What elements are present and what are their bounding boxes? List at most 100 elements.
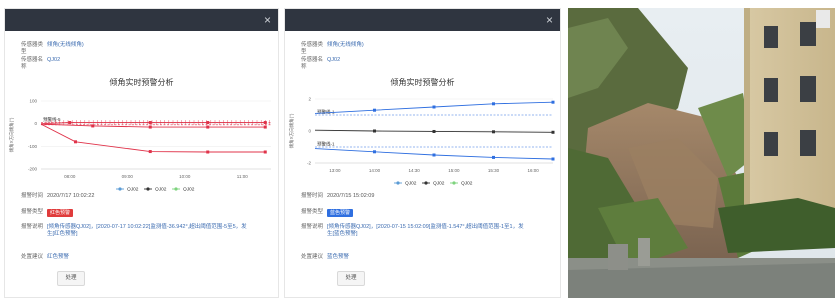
sensor-type-row: 传感器类型 倾角(无线倾角) [301,42,364,56]
alarm-desc-value: [倾角传感器QJ02]，[2020-07-15 15:02:09]监测值-1.5… [327,224,524,237]
data-point [263,125,267,129]
x-tick-label: 11:00 [237,174,248,179]
suggestion-label: 处置建议 [301,254,324,260]
legend-label: QJ02 [461,181,473,187]
legend-marker [174,187,178,191]
legend-marker [146,187,150,191]
y-tick-label: 2 [308,97,311,102]
data-point [263,150,267,154]
alarm-time-label: 报警时间 [21,193,44,199]
x-tick-label: 15:00 [448,168,460,173]
x-tick-label: 13:00 [329,168,341,173]
legend-marker [396,181,400,185]
y-tick-label: -2 [307,161,311,166]
data-point [551,100,555,104]
alarm-type-row: 报警类型 蓝色预警 [301,209,354,217]
legend-marker [118,187,122,191]
chart-title: 倾角实时预警分析 [109,78,174,87]
sensor-type-label: 传感器类型 [301,42,324,55]
series-line [40,123,266,153]
legend-marker [424,181,428,185]
alarm-type-label: 报警类型 [21,209,44,215]
threshold-label: 预警线-5 [43,116,61,123]
y-tick-label: -100 [28,144,38,149]
handle-button[interactable]: 处理 [57,271,85,286]
y-tick-label: 100 [29,99,37,104]
data-point [432,129,436,133]
sensor-name-value: QJ02 [47,57,61,63]
x-tick-label: 15:30 [488,168,500,173]
legend-marker [452,181,456,185]
alarm-time-label: 报警时间 [301,193,324,199]
data-point [373,129,376,133]
x-tick-label: 09:00 [122,174,134,179]
alarm-type-label: 报警类型 [301,209,324,215]
alarm-desc-label: 报警说明 [301,224,324,230]
data-point [206,150,210,154]
legend-label: QJ02 [155,187,167,191]
x-tick-label: 14:30 [409,168,421,173]
data-point [91,124,95,128]
sensor-type-value: 倾角(无线倾角) [47,42,84,48]
suggestion-row: 处置建议 红色预警 [21,254,69,261]
data-point [74,140,77,144]
sensor-name-label: 传感器名称 [21,57,44,70]
alarm-dialog-red: × 传感器类型 倾角(无线倾角) 传感器名称 QJ02 倾角实时预警分析 倾角X… [4,8,279,298]
tilt-chart: 倾角X方向倾角(°) 2 0 -2 13:00 14:00 14:30 15:00 15:30 1… [288,97,555,187]
data-point [148,121,152,125]
alarm-desc-row: 报警说明 [倾角传感器QJ02]，[2020-07-17 10:02:22]监测… [21,224,247,238]
data-point [432,153,436,157]
data-point [148,125,152,129]
x-tick-label: 10:00 [179,174,191,179]
alarm-time-value: 2020/7/17 10:02:22 [47,193,95,199]
x-tick-label: 08:00 [64,174,76,179]
alarm-desc-row: 报警说明 [倾角传感器QJ02]，[2020-07-15 15:02:09]监测… [301,224,527,238]
alarm-dialog-blue: × 传感器类型 倾角(无线倾角) 传感器名称 QJ02 倾角实时预警分析 倾角X… [284,8,561,298]
data-point [206,125,210,129]
sensor-name-row: 传感器名称 QJ02 [21,57,60,71]
alarm-time-row: 报警时间 2020/7/17 10:02:22 [21,193,94,200]
data-point [492,130,495,134]
dialog-titlebar: × [285,9,560,31]
y-tick-label: -200 [28,167,38,172]
legend-label: QJ02 [405,181,417,187]
y-axis-label: 倾角X方向倾角(°) [8,117,15,152]
suggestion-label: 处置建议 [21,254,44,260]
sensor-name-label: 传感器名称 [301,57,324,70]
close-icon[interactable]: × [264,12,271,28]
close-icon[interactable]: × [546,12,553,28]
x-tick-label: 16:00 [528,168,540,173]
data-point [148,150,152,154]
data-point [492,102,495,106]
data-point [373,108,376,112]
data-point [551,157,555,161]
data-point [551,130,555,134]
alarm-type-row: 报警类型 红色预警 [21,209,74,217]
sensor-name-value: QJ02 [327,57,341,63]
data-point [492,155,495,159]
sensor-name-row: 传感器名称 QJ02 [301,57,340,71]
alarm-type-badge: 蓝色预警 [327,209,354,217]
y-axis-label: 倾角X方向倾角(°) [288,113,295,148]
y-tick-label: 0 [34,121,37,126]
suggestion-value: 蓝色预警 [327,254,350,260]
sensor-type-value: 倾角(无线倾角) [327,42,364,48]
legend-label: QJ02 [183,187,195,191]
alarm-desc-value: [倾角传感器QJ02]，[2020-07-17 10:02:22]监测值-36.… [47,224,247,237]
landslide-photo [568,8,835,298]
data-point [68,121,72,125]
x-tick-label: 14:00 [369,168,381,173]
alarm-time-value: 2020/7/15 15:02:09 [327,193,375,199]
data-point [432,105,436,109]
alarm-time-row: 报警时间 2020/7/15 15:02:09 [301,193,374,200]
dialog-titlebar: × [5,9,278,31]
y-tick-label: 0 [308,129,311,134]
legend-label: QJ02 [433,181,445,187]
tilt-chart: 倾角X方向倾角(°) 100 0 -100 -200 08:00 09:00 10:00 11:… [8,99,271,191]
alarm-type-badge: 红色预警 [47,209,74,217]
handle-button[interactable]: 处理 [337,271,365,286]
sensor-type-label: 传感器类型 [21,42,44,55]
sensor-type-row: 传感器类型 倾角(无线倾角) [21,42,84,56]
alarm-desc-label: 报警说明 [21,224,44,230]
data-point [373,150,376,154]
